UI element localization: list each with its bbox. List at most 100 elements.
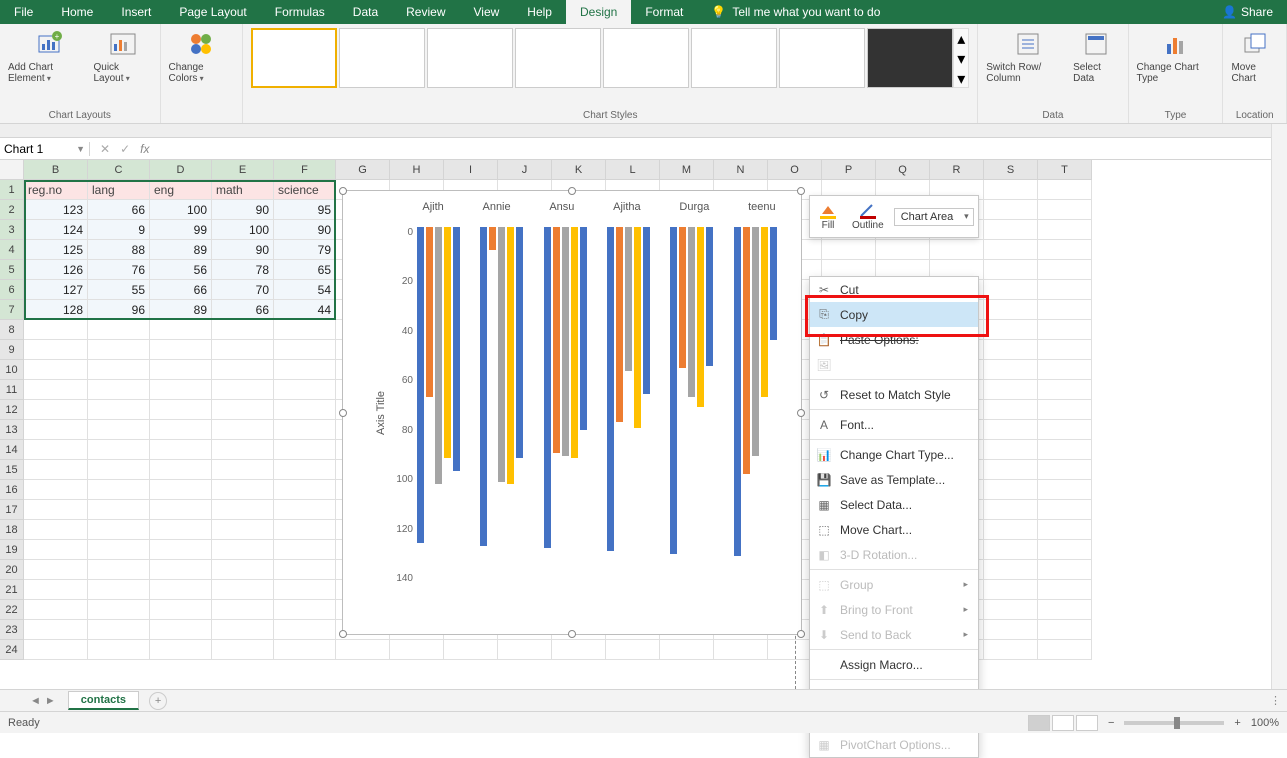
cell-E12[interactable]	[212, 400, 274, 420]
cell-B22[interactable]	[24, 600, 88, 620]
cell-B15[interactable]	[24, 460, 88, 480]
chart-style-8[interactable]	[867, 28, 953, 88]
cell-B20[interactable]	[24, 560, 88, 580]
cell-S19[interactable]	[984, 540, 1038, 560]
vertical-scrollbar[interactable]	[1271, 124, 1287, 689]
share-button[interactable]: 👤 Share	[1208, 5, 1287, 19]
zoom-in-button[interactable]: +	[1234, 717, 1240, 729]
col-header-D[interactable]: D	[150, 160, 212, 180]
cell-D12[interactable]	[150, 400, 212, 420]
cell-F2[interactable]: 95	[274, 200, 336, 220]
cell-T9[interactable]	[1038, 340, 1092, 360]
cell-B3[interactable]: 124	[24, 220, 88, 240]
col-header-S[interactable]: S	[984, 160, 1038, 180]
cell-T14[interactable]	[1038, 440, 1092, 460]
chart-styles-scroll[interactable]: ▴▾▾	[953, 28, 969, 88]
cell-C12[interactable]	[88, 400, 150, 420]
cell-T6[interactable]	[1038, 280, 1092, 300]
cell-E20[interactable]	[212, 560, 274, 580]
cell-D7[interactable]: 89	[150, 300, 212, 320]
tab-data[interactable]: Data	[339, 0, 392, 24]
cell-F13[interactable]	[274, 420, 336, 440]
cell-C7[interactable]: 96	[88, 300, 150, 320]
cell-S24[interactable]	[984, 640, 1038, 660]
context-font[interactable]: AFont...	[810, 412, 978, 437]
cell-E19[interactable]	[212, 540, 274, 560]
row-header-13[interactable]: 13	[0, 420, 24, 440]
cell-B18[interactable]	[24, 520, 88, 540]
cell-C22[interactable]	[88, 600, 150, 620]
chart-styles-gallery[interactable]	[251, 28, 953, 88]
chart-style-1[interactable]	[251, 28, 337, 88]
cell-B23[interactable]	[24, 620, 88, 640]
tab-design[interactable]: Design	[566, 0, 631, 24]
sheet-tab-contacts[interactable]: contacts	[68, 691, 139, 710]
cell-C10[interactable]	[88, 360, 150, 380]
cell-T2[interactable]	[1038, 200, 1092, 220]
cell-T8[interactable]	[1038, 320, 1092, 340]
cell-S20[interactable]	[984, 560, 1038, 580]
row-header-14[interactable]: 14	[0, 440, 24, 460]
row-header-21[interactable]: 21	[0, 580, 24, 600]
row-header-18[interactable]: 18	[0, 520, 24, 540]
cell-M24[interactable]	[660, 640, 714, 660]
cell-D9[interactable]	[150, 340, 212, 360]
cell-C1[interactable]: lang	[88, 180, 150, 200]
cell-C18[interactable]	[88, 520, 150, 540]
tell-me[interactable]: 💡 Tell me what you want to do	[697, 0, 894, 24]
cell-G24[interactable]	[336, 640, 390, 660]
move-chart-button[interactable]: Move Chart	[1231, 28, 1278, 84]
row-header-9[interactable]: 9	[0, 340, 24, 360]
fx-icon[interactable]: fx	[140, 142, 149, 156]
cell-T4[interactable]	[1038, 240, 1092, 260]
cell-S23[interactable]	[984, 620, 1038, 640]
row-header-19[interactable]: 19	[0, 540, 24, 560]
change-colors-button[interactable]: Change Colors	[169, 28, 235, 84]
cell-B13[interactable]	[24, 420, 88, 440]
zoom-out-button[interactable]: −	[1108, 717, 1114, 729]
cell-S5[interactable]	[984, 260, 1038, 280]
cell-F19[interactable]	[274, 540, 336, 560]
cell-C19[interactable]	[88, 540, 150, 560]
cell-S4[interactable]	[984, 240, 1038, 260]
change-chart-type-button[interactable]: Change Chart Type	[1137, 28, 1215, 84]
enter-icon[interactable]: ✓	[120, 142, 130, 156]
tab-help[interactable]: Help	[513, 0, 566, 24]
cell-S21[interactable]	[984, 580, 1038, 600]
cell-C20[interactable]	[88, 560, 150, 580]
cell-B8[interactable]	[24, 320, 88, 340]
cell-B24[interactable]	[24, 640, 88, 660]
zoom-level[interactable]: 100%	[1251, 717, 1279, 729]
cell-C8[interactable]	[88, 320, 150, 340]
chart-style-5[interactable]	[603, 28, 689, 88]
chart-style-7[interactable]	[779, 28, 865, 88]
cell-F9[interactable]	[274, 340, 336, 360]
cell-B4[interactable]: 125	[24, 240, 88, 260]
cell-S13[interactable]	[984, 420, 1038, 440]
cell-I24[interactable]	[444, 640, 498, 660]
cell-S15[interactable]	[984, 460, 1038, 480]
col-header-E[interactable]: E	[212, 160, 274, 180]
cell-T15[interactable]	[1038, 460, 1092, 480]
col-header-G[interactable]: G	[336, 160, 390, 180]
cell-S9[interactable]	[984, 340, 1038, 360]
cell-C6[interactable]: 55	[88, 280, 150, 300]
cell-T16[interactable]	[1038, 480, 1092, 500]
name-box-dropdown-icon[interactable]: ▼	[76, 144, 85, 154]
cell-E21[interactable]	[212, 580, 274, 600]
row-header-15[interactable]: 15	[0, 460, 24, 480]
cell-D20[interactable]	[150, 560, 212, 580]
cell-D4[interactable]: 89	[150, 240, 212, 260]
cell-E15[interactable]	[212, 460, 274, 480]
cell-C16[interactable]	[88, 480, 150, 500]
cell-S10[interactable]	[984, 360, 1038, 380]
col-header-R[interactable]: R	[930, 160, 984, 180]
cell-Q4[interactable]	[876, 240, 930, 260]
col-header-M[interactable]: M	[660, 160, 714, 180]
cell-J24[interactable]	[498, 640, 552, 660]
quick-layout-button[interactable]: Quick Layout	[94, 28, 152, 84]
context-move-chart[interactable]: ⬚Move Chart...	[810, 517, 978, 542]
add-chart-element-button[interactable]: + Add Chart Element	[8, 28, 90, 84]
cell-E4[interactable]: 90	[212, 240, 274, 260]
cell-T10[interactable]	[1038, 360, 1092, 380]
